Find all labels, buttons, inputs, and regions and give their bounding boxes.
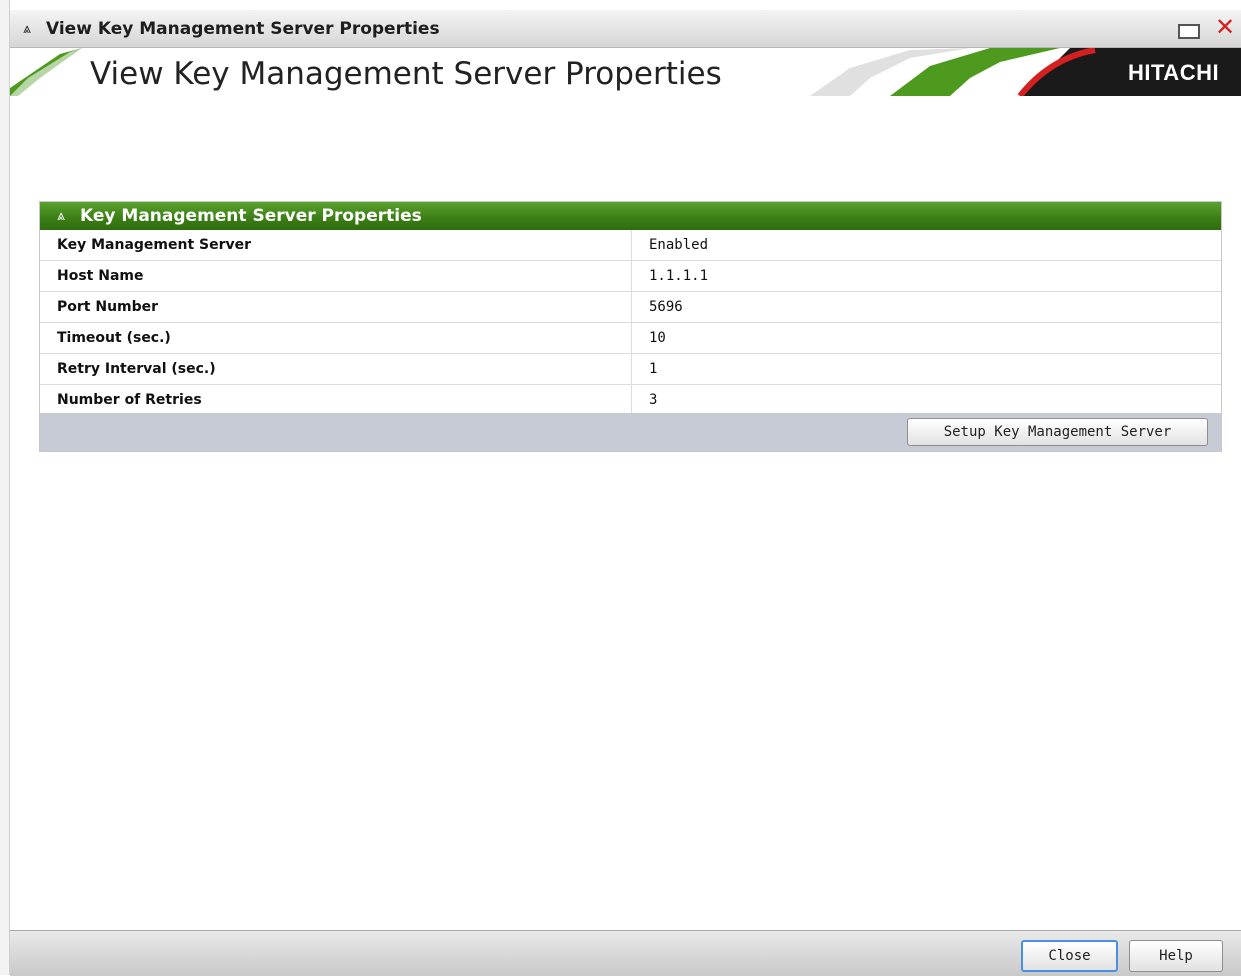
banner-title: View Key Management Server Properties (90, 56, 722, 92)
window-title: View Key Management Server Properties (46, 18, 440, 39)
property-label: Host Name (40, 260, 632, 292)
property-label: Port Number (40, 291, 632, 323)
property-label: Key Management Server (40, 230, 632, 261)
window-left-edge (0, 0, 10, 975)
table-row: Key Management Server Enabled (40, 230, 1221, 261)
title-bar: ⩓ View Key Management Server Properties … (10, 10, 1241, 48)
table-row: Port Number 5696 (40, 291, 1221, 323)
properties-table: Key Management Server Enabled Host Name … (40, 230, 1221, 416)
panel-header: ⩓ Key Management Server Properties (40, 202, 1221, 230)
maximize-icon[interactable] (1178, 24, 1200, 39)
property-value: 10 (631, 322, 1221, 354)
collapse-icon[interactable]: ⩓ (14, 21, 40, 37)
property-value: 5696 (631, 291, 1221, 323)
collapse-icon[interactable]: ⩓ (48, 208, 74, 224)
setup-key-management-server-button[interactable]: Setup Key Management Server (907, 418, 1208, 446)
properties-panel: ⩓ Key Management Server Properties Key M… (39, 201, 1222, 452)
property-value: Enabled (631, 230, 1221, 261)
property-value: 1 (631, 353, 1221, 385)
table-row: Host Name 1.1.1.1 (40, 260, 1221, 292)
dialog-footer: Close Help (10, 930, 1241, 976)
header-banner: View Key Management Server Properties HI… (10, 48, 1241, 96)
close-icon[interactable]: ✕ (1215, 15, 1235, 39)
property-value: 3 (631, 384, 1221, 416)
property-label: Retry Interval (sec.) (40, 353, 632, 385)
help-button[interactable]: Help (1129, 940, 1223, 972)
property-label: Timeout (sec.) (40, 322, 632, 354)
property-value: 1.1.1.1 (631, 260, 1221, 292)
table-row: Retry Interval (sec.) 1 (40, 353, 1221, 385)
table-row: Number of Retries 3 (40, 384, 1221, 416)
panel-action-bar: Setup Key Management Server (40, 413, 1221, 451)
brand-logo: HITACHI (1128, 60, 1220, 85)
panel-title: Key Management Server Properties (80, 206, 422, 226)
table-row: Timeout (sec.) 10 (40, 322, 1221, 354)
property-label: Number of Retries (40, 384, 632, 416)
close-button[interactable]: Close (1021, 940, 1118, 972)
